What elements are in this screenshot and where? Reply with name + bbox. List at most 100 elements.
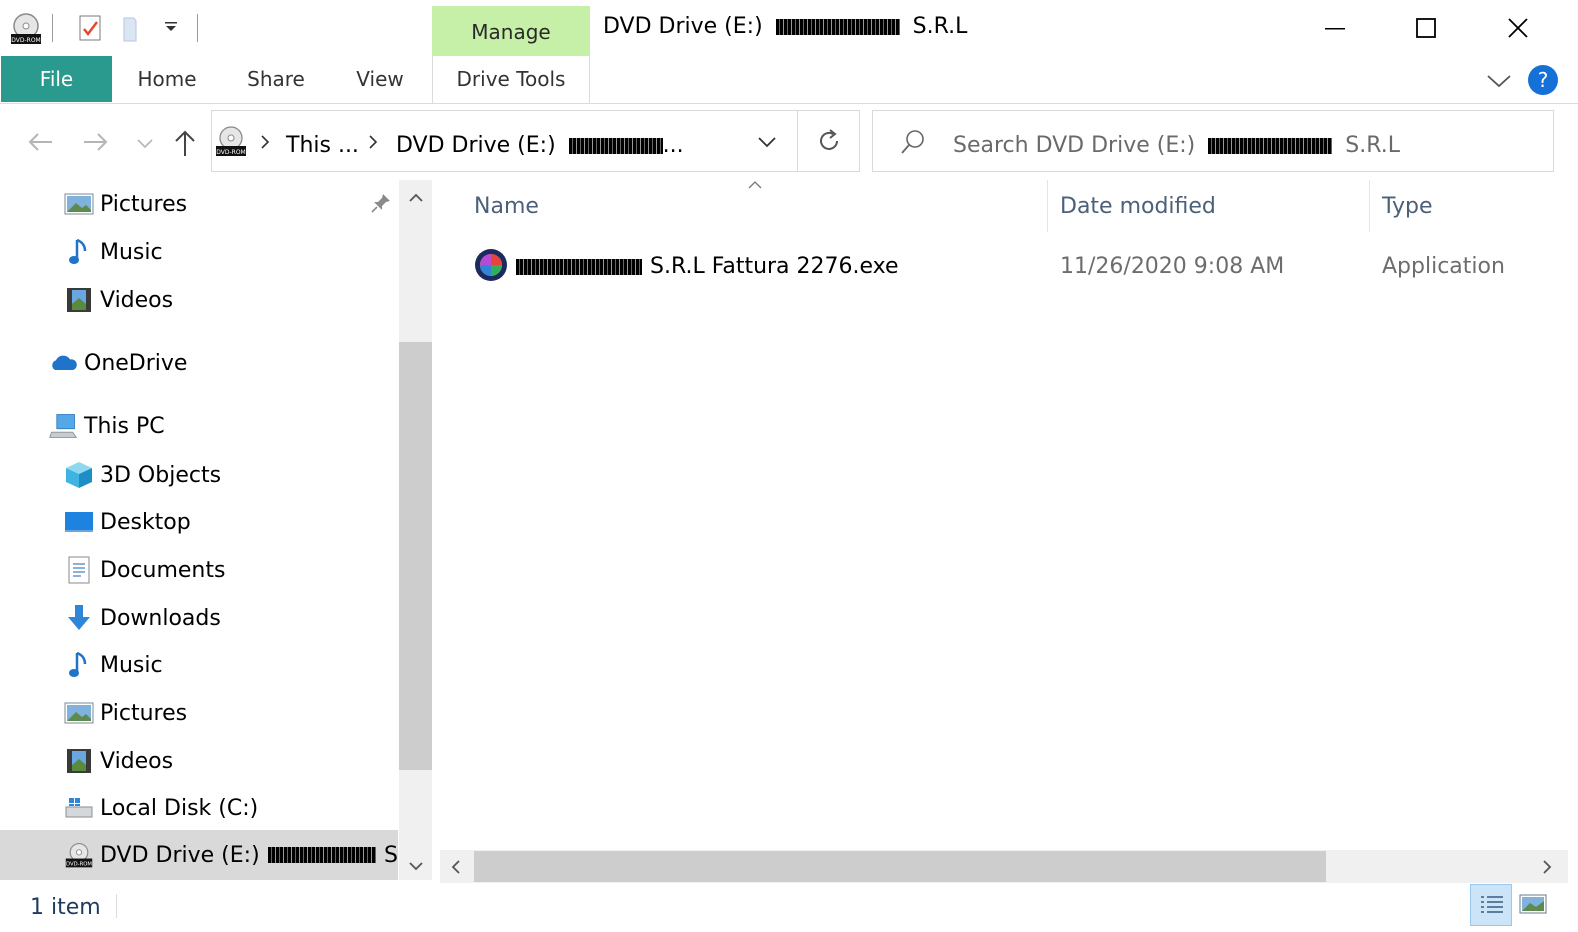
- recent-locations-chevron-icon[interactable]: [134, 134, 156, 156]
- music-icon: [64, 237, 94, 267]
- column-separator[interactable]: [1047, 180, 1048, 232]
- music-icon: [64, 650, 94, 680]
- videos-icon: [64, 746, 94, 776]
- breadcrumb-separator-icon[interactable]: [366, 133, 380, 155]
- 3d-objects-icon: [64, 460, 94, 490]
- window-title-prefix: DVD Drive (E:): [603, 14, 763, 39]
- maximize-button[interactable]: [1380, 0, 1472, 56]
- forward-arrow-icon[interactable]: [82, 130, 110, 158]
- breadcrumb-separator-icon[interactable]: [258, 133, 272, 155]
- column-separator[interactable]: [1369, 180, 1370, 232]
- search-box[interactable]: Search DVD Drive (E:) S.R.L: [872, 110, 1554, 172]
- search-placeholder: Search DVD Drive (E:) S.R.L: [953, 133, 1400, 158]
- nav-item-this-pc[interactable]: This PC: [48, 403, 165, 449]
- manage-tab-label[interactable]: Manage: [432, 20, 590, 44]
- dvd-drive-icon: DVD-ROM: [64, 840, 94, 870]
- nav-item-label: Videos: [100, 748, 174, 774]
- expand-ribbon-chevron-icon[interactable]: [1484, 68, 1514, 96]
- scroll-left-arrow-icon[interactable]: [448, 858, 464, 880]
- this-pc-icon: [48, 411, 78, 441]
- scroll-down-arrow-icon[interactable]: [406, 858, 426, 878]
- up-arrow-icon[interactable]: [172, 128, 198, 162]
- minimize-button[interactable]: [1289, 0, 1381, 56]
- nav-item-videos-quick[interactable]: Videos: [64, 277, 173, 323]
- nav-item-music-quick[interactable]: Music: [64, 229, 163, 275]
- tab-drive-tools[interactable]: Drive Tools: [432, 56, 590, 102]
- column-header-date-modified[interactable]: Date modified: [1060, 194, 1216, 219]
- nav-pane-scrollbar-thumb[interactable]: [399, 342, 432, 770]
- nav-item-documents[interactable]: Documents: [64, 547, 225, 593]
- nav-item-pictures-quick[interactable]: Pictures: [64, 181, 187, 227]
- nav-item-3d-objects[interactable]: 3D Objects: [64, 452, 221, 498]
- svg-text:?: ?: [1538, 68, 1549, 92]
- file-name-suffix: S.R.L Fattura 2276.exe: [650, 254, 899, 279]
- qat-separator: [52, 14, 53, 42]
- nav-item-label: Music: [100, 652, 163, 678]
- svg-text:DVD-ROM: DVD-ROM: [11, 37, 40, 44]
- tab-share[interactable]: Share: [236, 56, 316, 102]
- navigation-row: DVD-ROM This ... DVD Drive (E:) ... Sear…: [0, 104, 1578, 180]
- properties-icon[interactable]: [76, 12, 106, 46]
- new-folder-icon[interactable]: [118, 12, 148, 46]
- back-arrow-icon[interactable]: [26, 130, 54, 158]
- desktop-icon: [64, 507, 94, 537]
- customize-qat-chevron-icon[interactable]: [158, 18, 188, 52]
- large-icons-view-button[interactable]: [1518, 892, 1548, 920]
- nav-item-label: Music: [100, 239, 163, 265]
- documents-icon: [64, 555, 94, 585]
- nav-item-music[interactable]: Music: [64, 642, 163, 688]
- redacted-name: [775, 19, 900, 35]
- nav-item-label: Desktop: [100, 509, 191, 535]
- redacted-name: [568, 138, 663, 154]
- nav-item-label: Documents: [100, 557, 226, 583]
- redacted-name: [1208, 138, 1333, 154]
- breadcrumb-dvd-label: DVD Drive (E:): [396, 133, 556, 158]
- videos-icon: [64, 285, 94, 315]
- nav-item-onedrive[interactable]: OneDrive: [48, 340, 187, 386]
- column-header-name[interactable]: Name: [474, 194, 539, 219]
- pin-icon[interactable]: [370, 192, 392, 218]
- tab-view[interactable]: View: [344, 56, 416, 102]
- search-placeholder-suffix: S.R.L: [1345, 133, 1400, 158]
- status-bar: [0, 883, 1578, 932]
- file-type: Application: [1382, 254, 1505, 279]
- window-title: DVD Drive (E:) S.R.L: [603, 14, 967, 39]
- address-dropdown-chevron-icon[interactable]: [755, 131, 779, 157]
- redacted-name: [516, 259, 642, 275]
- status-item-count: 1 item: [30, 895, 101, 920]
- nav-item-label: Local Disk (C:): [100, 795, 259, 821]
- application-exe-icon: [474, 248, 508, 286]
- nav-item-label: 3D Objects: [100, 462, 222, 488]
- tab-file[interactable]: File: [1, 56, 112, 102]
- horizontal-scrollbar-thumb[interactable]: [474, 851, 1326, 882]
- file-date-modified: 11/26/2020 9:08 AM: [1060, 254, 1285, 279]
- column-header-type[interactable]: Type: [1382, 194, 1433, 219]
- nav-item-desktop[interactable]: Desktop: [64, 499, 191, 545]
- breadcrumb-this-pc[interactable]: This ...: [286, 133, 359, 158]
- close-button[interactable]: [1472, 0, 1564, 56]
- scroll-up-arrow-icon[interactable]: [406, 190, 426, 210]
- table-row[interactable]: S.R.L Fattura 2276.exe 11/26/2020 9:08 A…: [438, 242, 1568, 290]
- nav-item-pictures[interactable]: Pictures: [64, 690, 187, 736]
- nav-item-downloads[interactable]: Downloads: [64, 595, 221, 641]
- nav-item-videos[interactable]: Videos: [64, 738, 173, 784]
- onedrive-cloud-icon: [48, 348, 78, 378]
- details-view-icon: [1480, 895, 1504, 921]
- details-view-button[interactable]: [1470, 884, 1512, 926]
- nav-item-label: Videos: [100, 287, 174, 313]
- nav-item-local-disk[interactable]: Local Disk (C:): [64, 785, 258, 831]
- scroll-right-arrow-icon[interactable]: [1539, 858, 1555, 880]
- tab-home[interactable]: Home: [124, 56, 210, 102]
- address-bar[interactable]: DVD-ROM This ... DVD Drive (E:) ...: [211, 110, 798, 172]
- title-bar: DVD-ROM Manage DVD Drive (E:) S.R.L: [0, 0, 1578, 56]
- help-icon[interactable]: ?: [1527, 64, 1559, 100]
- breadcrumb-ellipsis: ...: [662, 133, 684, 158]
- nav-item-dvd-drive[interactable]: DVD-ROM DVD Drive (E:) S: [64, 832, 398, 878]
- window-title-suffix: S.R.L: [912, 14, 968, 39]
- large-icons-view-icon: [1518, 892, 1548, 920]
- refresh-button[interactable]: [798, 110, 860, 172]
- breadcrumb-dvd-drive[interactable]: DVD Drive (E:) ...: [396, 133, 684, 158]
- pictures-icon: [64, 698, 94, 728]
- nav-item-label: Pictures: [100, 700, 188, 726]
- redacted-name: [267, 847, 377, 863]
